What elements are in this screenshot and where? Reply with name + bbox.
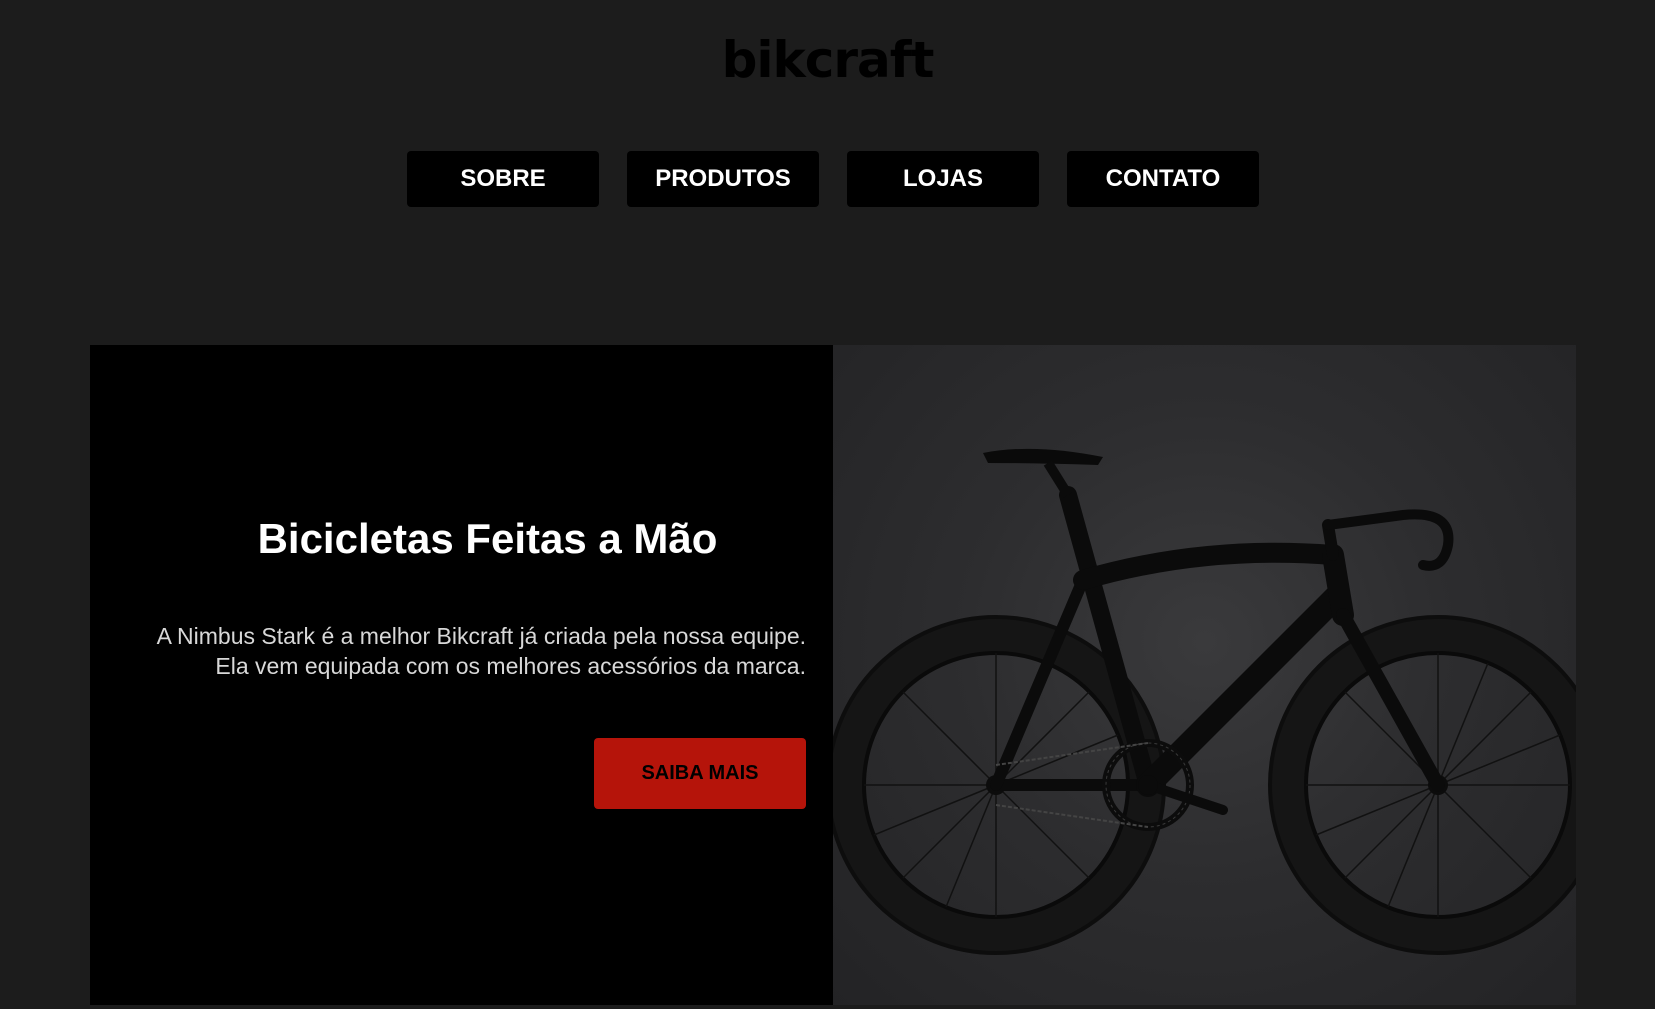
- page: bikcraft SOBRE PRODUTOS LOJAS CONTATO Bi…: [0, 0, 1655, 1009]
- nav-item-contato[interactable]: CONTATO: [1067, 151, 1259, 207]
- hero-description: A Nimbus Stark é a melhor Bikcraft já cr…: [156, 623, 806, 679]
- hero-section: Bicicletas Feitas a Mão A Nimbus Stark é…: [90, 345, 1576, 1005]
- saiba-mais-button[interactable]: SAIBA MAIS: [594, 738, 806, 809]
- nav-item-produtos[interactable]: PRODUTOS: [627, 151, 819, 207]
- hero-text-panel: Bicicletas Feitas a Mão A Nimbus Stark é…: [90, 345, 833, 1005]
- bicycle-illustration: [833, 448, 1576, 955]
- bicycle-image: [833, 345, 1576, 1005]
- logo[interactable]: bikcraft: [0, 30, 1655, 90]
- nav-item-lojas[interactable]: LOJAS: [847, 151, 1039, 207]
- main-nav: SOBRE PRODUTOS LOJAS CONTATO: [407, 151, 1259, 207]
- front-wheel: [1268, 615, 1576, 955]
- nav-item-sobre[interactable]: SOBRE: [407, 151, 599, 207]
- bicycle-seat: [983, 448, 1103, 498]
- hero-title: Bicicletas Feitas a Mão: [257, 515, 718, 562]
